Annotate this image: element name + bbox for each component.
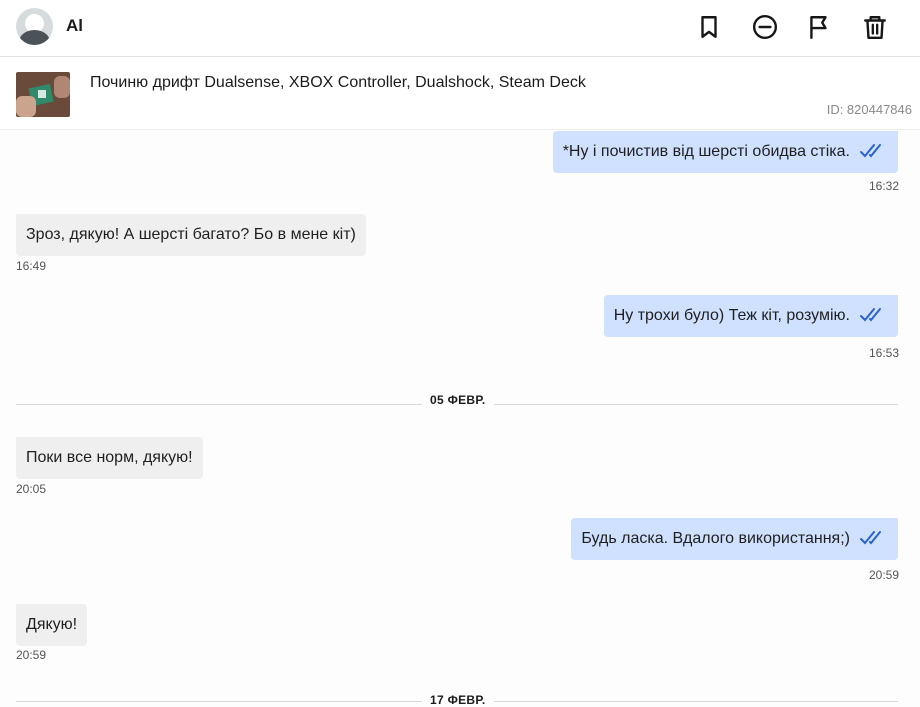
incoming-message: Зроз, дякую! А шерсті багато? Бо в мене … (16, 214, 366, 256)
listing-id: ID: 820447846 (826, 102, 912, 117)
date-separator-label: 17 ФЕВР. (422, 693, 494, 707)
message-text: Поки все норм, дякую! (26, 449, 193, 466)
read-ticks-icon (860, 530, 886, 546)
delete-button[interactable] (860, 12, 890, 42)
read-ticks-icon (860, 143, 886, 159)
report-button[interactable] (804, 12, 834, 42)
listing-bar[interactable]: Починю дрифт Dualsense, XBOX Controller,… (0, 58, 920, 130)
message-time: 16:49 (16, 259, 47, 273)
avatar[interactable] (16, 8, 53, 45)
bookmark-icon (701, 16, 717, 38)
incoming-message: Дякую! (16, 604, 88, 646)
message-list: *Ну і почистив від шерсті обидва стіка. … (0, 131, 920, 707)
block-button[interactable] (750, 12, 780, 42)
message-time: 20:59 (16, 648, 47, 662)
read-ticks-icon (860, 307, 886, 323)
minus-circle-icon (752, 14, 778, 40)
message-time: 20:05 (16, 482, 47, 496)
message-time: 20:59 (868, 568, 899, 582)
thumbnail-detail (38, 90, 46, 98)
thumbnail-detail (54, 76, 70, 98)
message-time: 16:53 (868, 346, 899, 360)
listing-title[interactable]: Починю дрифт Dualsense, XBOX Controller,… (90, 74, 586, 92)
chat-header: Al (0, 0, 920, 57)
user-name[interactable]: Al (66, 16, 82, 36)
bookmark-button[interactable] (694, 12, 724, 42)
flag-icon (810, 16, 827, 40)
message-text: Будь ласка. Вдалого використання;) (581, 530, 850, 547)
message-text: Дякую! (26, 616, 78, 633)
date-separator-label: 05 ФЕВР. (422, 393, 494, 407)
message-time: 16:32 (868, 179, 899, 193)
trash-icon (864, 16, 886, 40)
outgoing-message: Будь ласка. Вдалого використання;) (571, 518, 898, 560)
thumbnail-detail (16, 96, 36, 117)
message-text: Зроз, дякую! А шерсті багато? Бо в мене … (26, 226, 356, 243)
message-text: Ну трохи було) Теж кіт, розумію. (613, 307, 850, 324)
incoming-message: Поки все норм, дякую! (16, 437, 203, 479)
outgoing-message: *Ну і почистив від шерсті обидва стіка. (552, 131, 898, 173)
listing-thumbnail[interactable] (16, 72, 70, 117)
message-text: *Ну і почистив від шерсті обидва стіка. (562, 143, 850, 160)
outgoing-message: Ну трохи було) Теж кіт, розумію. (603, 295, 898, 337)
avatar-body-shape (19, 30, 50, 45)
